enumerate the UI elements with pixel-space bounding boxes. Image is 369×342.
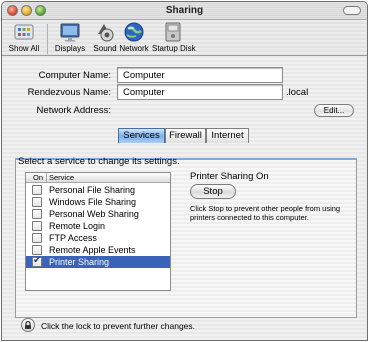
toolbar-network[interactable]: Network xyxy=(119,21,149,53)
service-description: Click Stop to prevent other people from … xyxy=(190,204,341,222)
stop-service-button[interactable]: Stop xyxy=(190,184,236,199)
lock-message: Click the lock to prevent further change… xyxy=(41,321,196,331)
toolbar-label: Displays xyxy=(54,44,86,53)
service-name: Windows File Sharing xyxy=(49,197,137,207)
computer-name-field[interactable]: Computer xyxy=(117,67,283,83)
toolbar: Show All Displays Sound Network Startup … xyxy=(2,20,367,56)
displays-icon xyxy=(60,23,80,42)
toolbar-separator xyxy=(47,24,48,54)
edit-network-address-button[interactable]: Edit... xyxy=(314,104,354,117)
window-title: Sharing xyxy=(165,5,204,16)
service-row-personal-file-sharing[interactable]: Personal File Sharing xyxy=(26,184,170,196)
sharing-window: Sharing Show All Displays Sound Network … xyxy=(1,1,368,341)
service-checkbox[interactable] xyxy=(32,209,42,219)
sharing-pane: Computer Name: Computer Rendezvous Name:… xyxy=(2,57,367,340)
service-row-remote-apple-events[interactable]: Remote Apple Events xyxy=(26,244,170,256)
tab-internet[interactable]: Internet xyxy=(206,128,249,143)
column-on-header[interactable]: On xyxy=(33,173,43,182)
toolbar-label: Sound xyxy=(93,44,117,53)
show-all-icon xyxy=(14,24,34,40)
tab-services[interactable]: Services xyxy=(118,128,165,143)
service-row-remote-login[interactable]: Remote Login xyxy=(26,220,170,232)
rendezvous-name-field[interactable]: Computer xyxy=(117,84,283,100)
lock-button[interactable] xyxy=(21,318,35,332)
service-name: Remote Apple Events xyxy=(49,245,136,255)
toolbar-startup-disk[interactable]: Startup Disk xyxy=(152,21,196,53)
services-list-header: On Service xyxy=(26,173,170,183)
toolbar-sound[interactable]: Sound xyxy=(90,21,120,53)
service-checkbox[interactable] xyxy=(32,197,42,207)
service-row-printer-sharing[interactable]: ✔ Printer Sharing xyxy=(26,255,170,268)
network-address-label: Network Address: xyxy=(36,105,111,116)
toolbar-displays[interactable]: Displays xyxy=(51,21,89,53)
service-row-windows-file-sharing[interactable]: Windows File Sharing xyxy=(26,196,170,208)
service-checkbox[interactable] xyxy=(32,185,42,195)
services-instruction: Select a service to change its settings. xyxy=(18,156,180,167)
lock-row: Click the lock to prevent further change… xyxy=(2,316,367,340)
service-row-ftp-access[interactable]: FTP Access xyxy=(26,232,170,244)
service-name: FTP Access xyxy=(49,233,97,243)
toolbar-show-all[interactable]: Show All xyxy=(5,21,43,53)
service-row-personal-web-sharing[interactable]: Personal Web Sharing xyxy=(26,208,170,220)
column-divider xyxy=(46,173,47,183)
service-name: Personal Web Sharing xyxy=(49,209,139,219)
lock-icon xyxy=(25,320,31,329)
sound-icon xyxy=(98,24,114,42)
rendezvous-suffix: .local xyxy=(286,87,309,98)
rendezvous-name-label: Rendezvous Name: xyxy=(27,87,111,98)
title-bar[interactable]: Sharing xyxy=(2,2,367,20)
network-icon xyxy=(124,22,144,42)
tab-firewall[interactable]: Firewall xyxy=(165,128,206,143)
service-status: Printer Sharing On xyxy=(190,171,269,182)
service-name: Printer Sharing xyxy=(49,257,110,267)
checkmark-icon: ✔ xyxy=(33,255,42,266)
service-name: Remote Login xyxy=(49,221,106,231)
startup-disk-icon xyxy=(165,22,181,42)
toolbar-label: Startup Disk xyxy=(152,44,196,53)
toolbar-toggle-button[interactable] xyxy=(343,6,361,15)
computer-name-label: Computer Name: xyxy=(38,70,111,81)
column-service-header[interactable]: Service xyxy=(49,173,74,182)
services-list[interactable]: On Service Personal File Sharing Windows… xyxy=(25,172,171,291)
service-checkbox[interactable] xyxy=(32,245,42,255)
toolbar-label: Network xyxy=(119,44,149,53)
service-checkbox[interactable] xyxy=(32,221,42,231)
toolbar-label: Show All xyxy=(8,44,40,53)
service-name: Personal File Sharing xyxy=(49,185,136,195)
service-checkbox[interactable]: ✔ xyxy=(32,255,42,267)
service-checkbox[interactable] xyxy=(32,233,42,243)
